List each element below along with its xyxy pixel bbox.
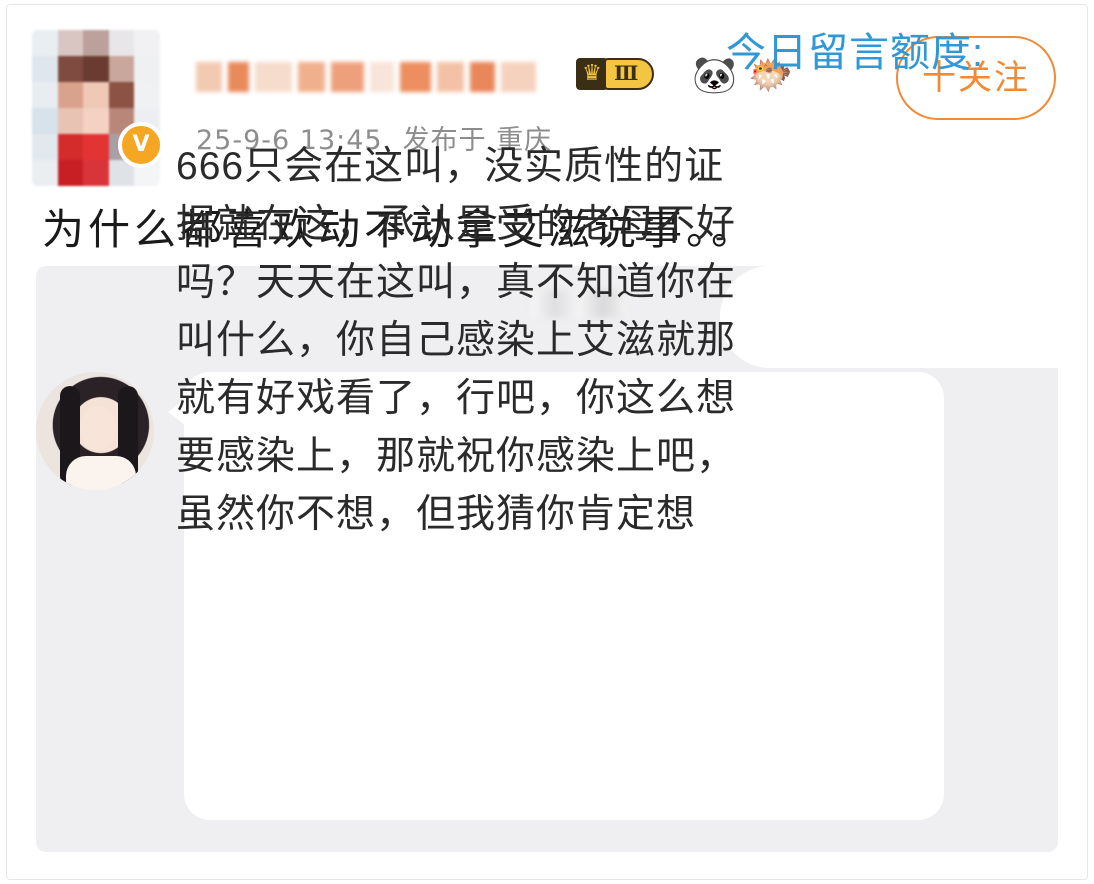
level-label: Ⅲ bbox=[604, 58, 655, 90]
quota-label: 今日留言额度: bbox=[726, 31, 985, 75]
commenter-avatar bbox=[36, 372, 154, 490]
comment-text: 666只会在这叫，没实质性的证 据就在这，承认是受的老母不好 吗？天天在这叫，真… bbox=[176, 145, 737, 536]
level-badge: ♛ Ⅲ bbox=[576, 56, 680, 92]
author-name-redacted[interactable] bbox=[196, 56, 537, 98]
verified-badge-icon: V bbox=[118, 122, 164, 168]
